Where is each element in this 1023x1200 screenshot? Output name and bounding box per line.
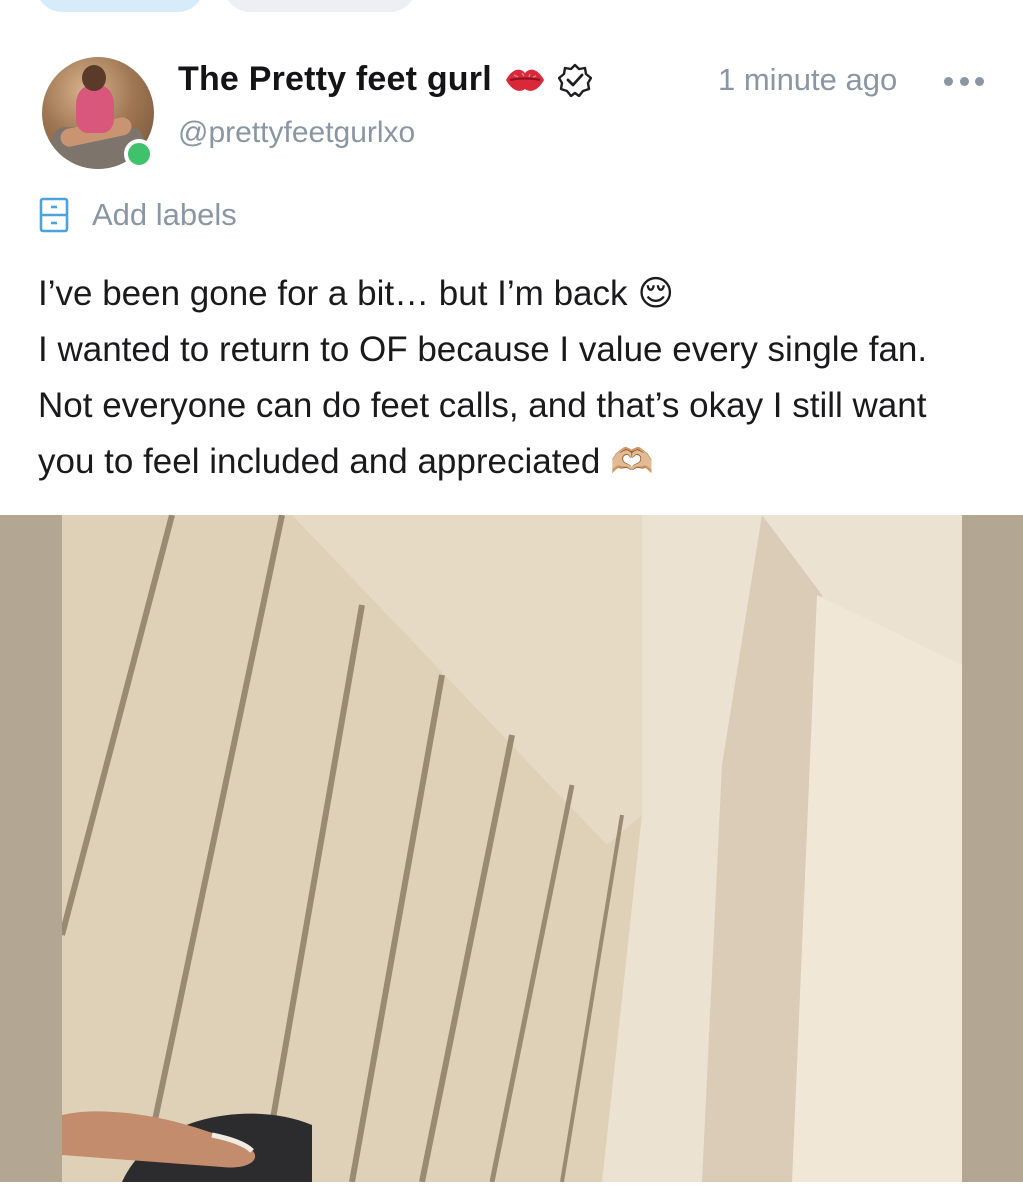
verified-badge-icon bbox=[557, 63, 592, 97]
online-status-dot bbox=[124, 139, 154, 169]
author-name-row: The Pretty feet gurl bbox=[178, 60, 592, 99]
post-line-3-text: Not everyone can do feet calls, and that… bbox=[38, 386, 927, 425]
more-options-icon[interactable] bbox=[944, 74, 984, 88]
author-display-name[interactable]: The Pretty feet gurl bbox=[178, 60, 492, 99]
post-media[interactable] bbox=[0, 515, 1023, 1182]
relieved-face-icon: 😌 bbox=[637, 274, 675, 313]
post-media-image[interactable] bbox=[62, 515, 962, 1182]
media-photo-illustration bbox=[62, 515, 962, 1182]
add-labels-label: Add labels bbox=[92, 197, 237, 232]
post-line-4: you to feel included and appreciated 🫶🏼 bbox=[38, 434, 1013, 490]
post-line-2-text: I wanted to return to OF because I value… bbox=[38, 330, 928, 369]
post-timestamp: 1 minute ago bbox=[718, 62, 898, 97]
label-icon bbox=[39, 197, 69, 233]
bottom-divider bbox=[0, 1182, 1023, 1200]
heart-hands-icon: 🫶🏼 bbox=[610, 442, 654, 481]
author-handle[interactable]: @prettyfeetgurlxo bbox=[178, 116, 415, 150]
avatar-head bbox=[82, 65, 106, 91]
post-line-2: I wanted to return to OF because I value… bbox=[38, 322, 1013, 378]
post-line-1-text: I’ve been gone for a bit… but I’m back bbox=[38, 274, 628, 313]
add-labels-button[interactable]: Add labels bbox=[38, 196, 237, 234]
tab-inactive[interactable] bbox=[224, 0, 416, 12]
post-line-4-text: you to feel included and appreciated bbox=[38, 442, 601, 481]
post-line-1: I’ve been gone for a bit… but I’m back 😌 bbox=[38, 266, 1013, 322]
kiss-mark-icon bbox=[505, 69, 544, 91]
avatar-dress bbox=[76, 85, 114, 133]
post-line-3: Not everyone can do feet calls, and that… bbox=[38, 378, 1013, 434]
post-body: I’ve been gone for a bit… but I’m back 😌… bbox=[38, 266, 1013, 490]
tab-active[interactable] bbox=[36, 0, 204, 12]
